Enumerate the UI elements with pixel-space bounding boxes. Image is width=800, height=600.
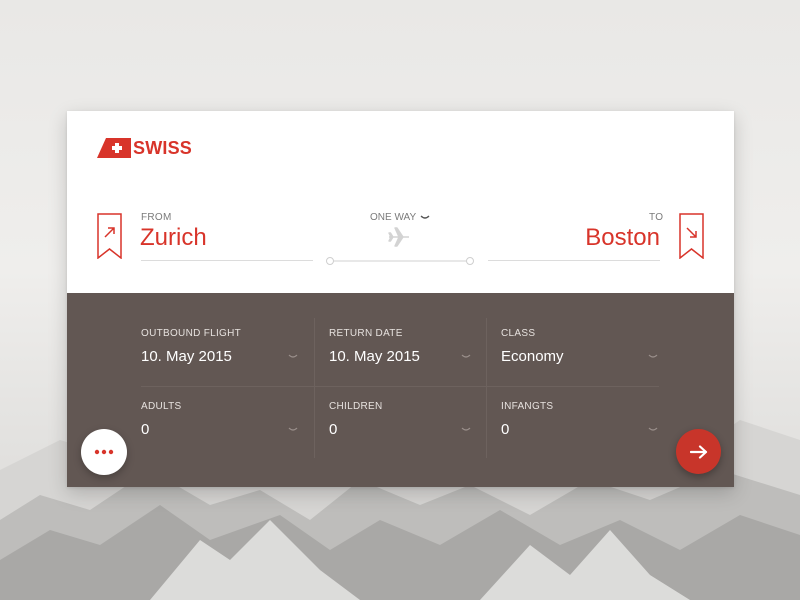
swiss-logo: SWISS (97, 138, 192, 158)
outbound-value: 10. May 2015 (141, 348, 232, 365)
infants-label: INFANGTS (501, 401, 554, 412)
to-underline (488, 260, 660, 261)
children-value: 0 (329, 421, 338, 438)
chevron-down-icon (420, 215, 430, 219)
row-divider (141, 386, 659, 387)
column-divider (314, 318, 315, 458)
search-flights-button[interactable] (676, 429, 721, 474)
plane-icon (388, 227, 409, 247)
arrow-right-icon (689, 444, 707, 459)
trip-type-label: ONE WAY (370, 212, 417, 223)
details-panel: OUTBOUND FLIGHT 10. May 2015 RETURN DATE… (67, 293, 734, 487)
more-dots-icon (94, 449, 114, 455)
chevron-down-icon (461, 354, 471, 358)
route-track (326, 257, 474, 265)
arrival-flag-icon (679, 213, 704, 259)
return-label: RETURN DATE (329, 328, 403, 339)
logo-text: SWISS (133, 137, 193, 158)
to-city-input[interactable]: Boston (585, 224, 660, 252)
route-section: SWISS FROM Zurich ONE WAY TO Boston (67, 111, 734, 293)
from-underline (141, 260, 313, 261)
infants-value: 0 (501, 421, 510, 438)
adults-value: 0 (141, 421, 150, 438)
class-select[interactable]: CLASS Economy (501, 328, 651, 365)
more-options-button[interactable] (81, 429, 127, 475)
departure-flag-icon (97, 213, 122, 259)
swiss-flag-logo-icon (97, 138, 131, 158)
from-label: FROM (141, 212, 172, 223)
return-value: 10. May 2015 (329, 348, 420, 365)
children-label: CHILDREN (329, 401, 383, 412)
class-label: CLASS (501, 328, 536, 339)
to-label: TO (649, 212, 664, 223)
chevron-down-icon (648, 354, 658, 358)
outbound-label: OUTBOUND FLIGHT (141, 328, 242, 339)
children-select[interactable]: CHILDREN 0 (329, 401, 479, 438)
outbound-flight-select[interactable]: OUTBOUND FLIGHT 10. May 2015 (141, 328, 301, 365)
adults-label: ADULTS (141, 401, 182, 412)
infants-select[interactable]: INFANGTS 0 (501, 401, 651, 438)
from-city-input[interactable]: Zurich (140, 224, 207, 252)
adults-select[interactable]: ADULTS 0 (141, 401, 301, 438)
chevron-down-icon (648, 427, 658, 431)
chevron-down-icon (288, 427, 298, 431)
class-value: Economy (501, 348, 564, 365)
chevron-down-icon (288, 354, 298, 358)
return-date-select[interactable]: RETURN DATE 10. May 2015 (329, 328, 479, 365)
chevron-down-icon (461, 427, 471, 431)
column-divider (486, 318, 487, 458)
trip-type-dropdown[interactable]: ONE WAY (370, 212, 430, 223)
flight-search-card: SWISS FROM Zurich ONE WAY TO Boston OUTB… (67, 111, 734, 487)
